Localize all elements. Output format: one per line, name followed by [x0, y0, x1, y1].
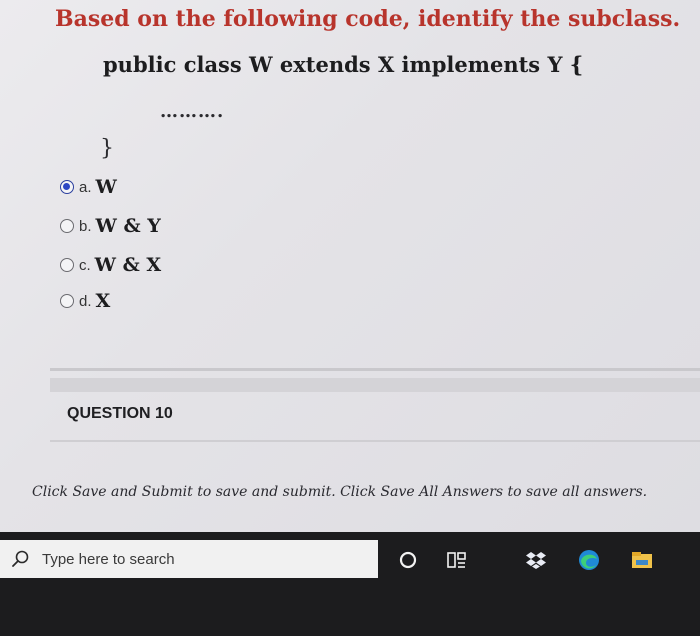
- dropbox-icon[interactable]: [524, 548, 548, 572]
- search-placeholder: Type here to search: [42, 550, 175, 568]
- question-prompt: Based on the following code, identify th…: [55, 6, 681, 32]
- answer-option-d[interactable]: d. X: [60, 288, 110, 314]
- radio-c[interactable]: [60, 258, 74, 272]
- option-letter: d.: [79, 292, 92, 310]
- option-letter: c.: [79, 256, 91, 274]
- divider: [50, 368, 700, 371]
- code-ellipsis: ……….: [160, 101, 225, 122]
- taskbar-search-box[interactable]: Type here to search: [0, 540, 378, 578]
- code-close-brace: }: [100, 136, 114, 161]
- quiz-page: Based on the following code, identify th…: [0, 0, 700, 532]
- divider: [50, 378, 700, 392]
- answer-option-b[interactable]: b. W & Y: [60, 213, 161, 239]
- divider: [50, 440, 700, 442]
- option-text: W: [95, 176, 117, 198]
- file-explorer-icon[interactable]: [630, 548, 654, 572]
- option-letter: b.: [79, 217, 92, 235]
- save-instructions: Click Save and Submit to save and submit…: [32, 484, 648, 500]
- option-letter: a.: [79, 178, 92, 196]
- answer-option-a[interactable]: a. W: [60, 174, 117, 200]
- radio-a[interactable]: [60, 180, 74, 194]
- option-text: W & Y: [95, 215, 161, 237]
- cortana-icon[interactable]: [396, 548, 420, 572]
- search-icon: [10, 549, 30, 569]
- task-view-icon[interactable]: [445, 548, 469, 572]
- code-line: public class W extends X implements Y {: [103, 52, 584, 77]
- radio-b[interactable]: [60, 219, 74, 233]
- option-text: W & X: [94, 254, 162, 276]
- next-question-heading: QUESTION 10: [67, 405, 173, 422]
- answer-option-c[interactable]: c. W & X: [60, 252, 161, 278]
- option-text: X: [95, 290, 111, 312]
- edge-icon[interactable]: [577, 548, 601, 572]
- radio-d[interactable]: [60, 294, 74, 308]
